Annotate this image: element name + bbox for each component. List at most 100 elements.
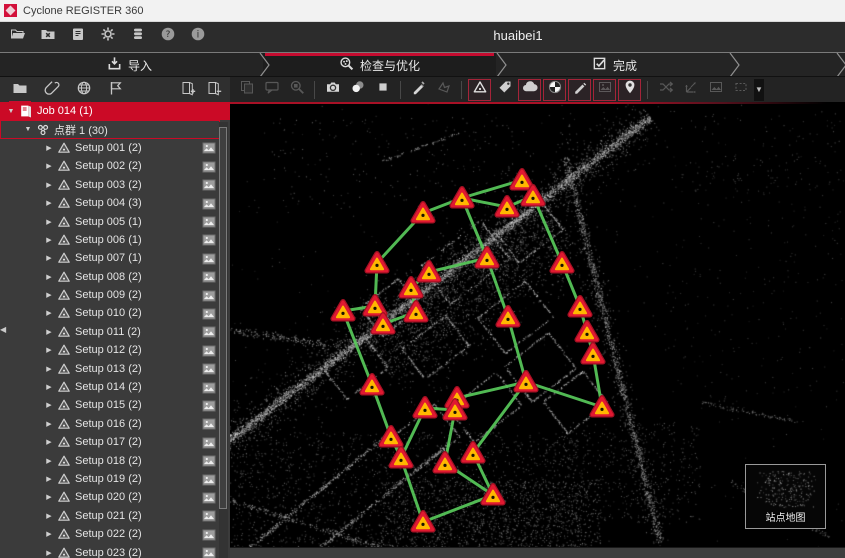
setup-marker[interactable] <box>577 323 597 340</box>
setup-marker[interactable] <box>452 189 472 206</box>
tree-row-setup[interactable]: ▶Setup 010 (2) <box>0 304 230 322</box>
tree-row-setup[interactable]: ▶Setup 005 (1) <box>0 212 230 230</box>
expand-caret-icon[interactable]: ▶ <box>44 493 54 501</box>
pano-thumb-icon[interactable] <box>201 196 216 211</box>
pano-thumb-icon[interactable] <box>201 343 216 358</box>
pano-thumb-icon[interactable] <box>201 269 216 284</box>
pano-thumb-icon[interactable] <box>201 380 216 395</box>
setup-marker[interactable] <box>413 513 433 530</box>
pano-thumb-icon[interactable] <box>201 361 216 376</box>
pointcloud-visibility-button[interactable] <box>518 79 541 101</box>
tree-row-setup[interactable]: ▶Setup 023 (2) <box>0 543 230 558</box>
panel-collapse-handle[interactable]: ◀ <box>0 320 7 338</box>
expand-caret-icon[interactable]: ▶ <box>44 475 54 483</box>
colors-button[interactable] <box>346 79 369 101</box>
expand-caret-icon[interactable]: ▶ <box>44 457 54 465</box>
tree-row-job[interactable]: ▼Job 014 (1) <box>0 102 230 120</box>
expand-caret-icon[interactable]: ▶ <box>44 401 54 409</box>
setup-marker[interactable] <box>365 297 385 314</box>
pano-thumb-icon[interactable] <box>201 159 216 174</box>
collapse-caret-icon[interactable]: ▼ <box>23 126 33 133</box>
setup-marker[interactable] <box>362 376 382 393</box>
comment-button[interactable] <box>260 79 283 101</box>
setup-marker[interactable] <box>516 373 536 390</box>
setup-marker[interactable] <box>592 398 612 415</box>
pano-thumb-icon[interactable] <box>201 545 216 558</box>
setup-marker[interactable] <box>498 308 518 325</box>
stop-square-button[interactable] <box>371 79 394 101</box>
storage-stack-button[interactable] <box>126 25 149 48</box>
setups-visibility-button[interactable] <box>468 79 491 101</box>
pano-thumb-icon[interactable] <box>201 416 216 431</box>
pano-thumb-icon[interactable] <box>201 214 216 229</box>
expand-caret-icon[interactable]: ▶ <box>44 328 54 336</box>
rect-select-dropdown-caret[interactable]: ▼ <box>754 79 764 101</box>
sitemap-viewport[interactable]: 站点地图 <box>230 102 845 558</box>
pano-thumb-icon[interactable] <box>201 435 216 450</box>
pano-thumb-icon[interactable] <box>201 232 216 247</box>
setup-marker[interactable] <box>435 454 455 471</box>
pano-thumb-icon[interactable] <box>201 306 216 321</box>
setup-marker[interactable] <box>463 444 483 461</box>
setup-marker[interactable] <box>583 345 603 362</box>
setup-marker[interactable] <box>483 486 503 503</box>
pano-thumb-icon[interactable] <box>201 140 216 155</box>
tree-row-cluster[interactable]: ▼点群 1 (30) <box>0 120 220 138</box>
shuffle-links-button[interactable] <box>654 79 677 101</box>
expand-caret-icon[interactable]: ▶ <box>44 383 54 391</box>
pano-thumb-icon[interactable] <box>201 508 216 523</box>
sidebar-flag-tab[interactable] <box>104 78 128 102</box>
expand-caret-icon[interactable]: ▶ <box>44 365 54 373</box>
tree-row-setup[interactable]: ▶Setup 006 (1) <box>0 231 230 249</box>
pano-thumb-icon[interactable] <box>201 288 216 303</box>
pages-button[interactable] <box>235 79 258 101</box>
expand-caret-icon[interactable]: ▶ <box>44 309 54 317</box>
measure-button[interactable] <box>407 79 430 101</box>
tree-row-setup[interactable]: ▶Setup 019 (2) <box>0 470 230 488</box>
tree-row-setup[interactable]: ▶Setup 020 (2) <box>0 488 230 506</box>
pano-thumb-icon[interactable] <box>201 527 216 542</box>
bundle-add-button[interactable] <box>176 78 200 102</box>
tree-row-setup[interactable]: ▶Setup 008 (2) <box>0 268 230 286</box>
setup-marker[interactable] <box>381 428 401 445</box>
sidebar-globe-tab[interactable] <box>72 78 96 102</box>
tree-row-setup[interactable]: ▶Setup 007 (1) <box>0 249 230 267</box>
expand-caret-icon[interactable]: ▶ <box>44 512 54 520</box>
setup-marker[interactable] <box>415 399 435 416</box>
pano-thumb-icon[interactable] <box>201 251 216 266</box>
tree-row-setup[interactable]: ▶Setup 001 (2) <box>0 139 230 157</box>
setup-marker[interactable] <box>477 249 497 266</box>
expand-caret-icon[interactable]: ▶ <box>44 420 54 428</box>
setup-marker[interactable] <box>413 204 433 221</box>
pano-thumb-icon[interactable] <box>201 472 216 487</box>
tree-row-setup[interactable]: ▶Setup 012 (2) <box>0 341 230 359</box>
setup-marker[interactable] <box>406 303 426 320</box>
tree-scrollbar[interactable] <box>219 122 228 558</box>
help-button[interactable]: ? <box>156 25 179 48</box>
setup-marker[interactable] <box>570 298 590 315</box>
setup-marker[interactable] <box>497 198 517 215</box>
image-frame-button[interactable] <box>704 79 727 101</box>
tab-import[interactable]: 导入 <box>0 53 259 77</box>
tree-row-setup[interactable]: ▶Setup 003 (2) <box>0 176 230 194</box>
setup-marker[interactable] <box>419 263 439 280</box>
settings-gear-button[interactable] <box>96 25 119 48</box>
setup-marker[interactable] <box>512 171 532 188</box>
geotags-visibility-button[interactable] <box>618 79 641 101</box>
tab-finish[interactable]: 完成 <box>500 53 729 77</box>
pano-thumb-icon[interactable] <box>201 453 216 468</box>
pano-thumb-icon[interactable] <box>201 177 216 192</box>
tree-row-setup[interactable]: ▶Setup 016 (2) <box>0 415 230 433</box>
expand-caret-icon[interactable]: ▶ <box>44 273 54 281</box>
targets-visibility-button[interactable] <box>543 79 566 101</box>
rect-select-button[interactable] <box>729 79 752 101</box>
expand-caret-icon[interactable]: ▶ <box>44 162 54 170</box>
expand-caret-icon[interactable]: ▶ <box>44 236 54 244</box>
import-card-button[interactable] <box>66 25 89 48</box>
expand-caret-icon[interactable]: ▶ <box>44 530 54 538</box>
setup-marker[interactable] <box>373 315 393 332</box>
tree-row-setup[interactable]: ▶Setup 002 (2) <box>0 157 230 175</box>
pano-thumb-icon[interactable] <box>201 490 216 505</box>
expand-caret-icon[interactable]: ▶ <box>44 181 54 189</box>
tree-row-setup[interactable]: ▶Setup 011 (2) <box>0 323 230 341</box>
